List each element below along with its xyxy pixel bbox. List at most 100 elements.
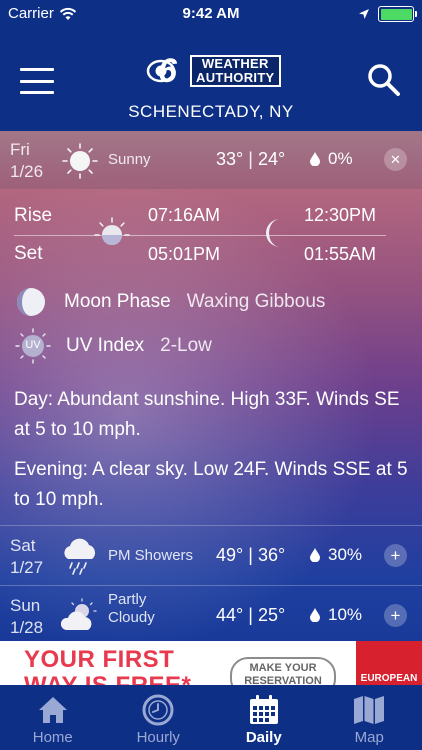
ad-side-label: EUROPEAN bbox=[356, 641, 422, 685]
evening-forecast-text: Evening: A clear sky. Low 24F. Winds SSE… bbox=[14, 459, 408, 510]
search-icon[interactable] bbox=[366, 62, 402, 98]
sunrise-time: 07:16AM bbox=[148, 205, 221, 225]
logo-wordmark: WEATHER AUTHORITY bbox=[190, 55, 281, 87]
calendar-icon bbox=[249, 695, 278, 724]
condition-label: Partly Cloudy bbox=[108, 591, 155, 626]
logo-line-2: AUTHORITY bbox=[196, 70, 275, 85]
ad-banner[interactable]: YOUR FIRST WAY IS FREE* MAKE YOUR RESERV… bbox=[0, 641, 422, 685]
sunset-time: 05:01PM bbox=[148, 244, 221, 264]
status-bar: Carrier 9:42 AM bbox=[0, 0, 422, 28]
moon-phase-row: Moon Phase Waxing Gibbous bbox=[14, 285, 325, 319]
uv-icon-text: UV bbox=[25, 339, 41, 351]
day-row-sun[interactable]: Sun 1/28 Partly Cloudy 44° | 25° 10% + bbox=[0, 587, 422, 641]
day-name: Sun bbox=[10, 596, 41, 615]
tab-label: Home bbox=[32, 729, 73, 746]
day-row-selected[interactable]: Fri 1/26 Sunny 33° | 24° 0% ✕ bbox=[0, 131, 422, 189]
uv-icon: UV bbox=[14, 327, 52, 365]
uv-index-value: 2-Low bbox=[160, 335, 212, 356]
precip-value: 30% bbox=[328, 545, 363, 564]
location-title: SCHENECTADY, NY bbox=[128, 102, 294, 121]
close-icon: ✕ bbox=[390, 152, 401, 167]
day-row-sat[interactable]: Sat 1/27 PM Showers 49° | 36° 30% + bbox=[0, 527, 422, 585]
raindrop-icon bbox=[310, 152, 320, 166]
app-header: 6 WEATHER AUTHORITY SCHENECTADY, NY bbox=[0, 28, 422, 131]
rise-set-section: Rise Set 07:16AM 05:01PM 12:30PM 01:55AM bbox=[0, 203, 422, 269]
row-separator bbox=[0, 525, 422, 526]
rise-label: Rise bbox=[14, 205, 53, 226]
day-date: 1/28 bbox=[10, 618, 44, 637]
precip-chance: 30% bbox=[310, 545, 362, 565]
collapse-button[interactable]: ✕ bbox=[384, 148, 407, 171]
day-label: Sun 1/28 bbox=[10, 595, 43, 639]
moonrise-time: 12:30PM bbox=[304, 205, 377, 225]
precip-value: 0% bbox=[328, 149, 353, 168]
moon-phase-value: Waxing Gibbous bbox=[186, 291, 326, 312]
day-date: 1/26 bbox=[10, 162, 44, 181]
menu-bar bbox=[20, 91, 54, 94]
ad-headline: YOUR FIRST WAY IS FREE* bbox=[24, 646, 191, 686]
moon-crescent-icon bbox=[266, 219, 280, 247]
precip-chance: 0% bbox=[310, 149, 353, 169]
sun-half-icon bbox=[94, 217, 130, 245]
moon-phase-label: Moon Phase bbox=[64, 291, 171, 312]
cbs-eye-logo: 6 bbox=[146, 52, 190, 90]
map-icon bbox=[354, 696, 385, 724]
high-temp: 33° bbox=[216, 149, 244, 169]
tab-label: Hourly bbox=[136, 729, 180, 746]
tab-label: Map bbox=[354, 729, 384, 746]
uv-index-label: UV Index bbox=[66, 335, 145, 356]
plus-icon: + bbox=[390, 546, 401, 565]
temperature-range: 33° | 24° bbox=[216, 149, 286, 169]
menu-bar bbox=[20, 79, 54, 83]
day-label: Fri 1/26 bbox=[10, 139, 43, 183]
precip-value: 10% bbox=[328, 605, 363, 624]
low-temp: 25° bbox=[257, 605, 286, 625]
status-right bbox=[358, 6, 417, 22]
temperature-range: 49° | 36° bbox=[216, 545, 286, 565]
moon-phase-icon bbox=[17, 288, 45, 316]
tab-label: Daily bbox=[245, 729, 282, 746]
partly-cloudy-icon bbox=[60, 598, 97, 630]
day-forecast-text: Day: Abundant sunshine. High 33F. Winds … bbox=[14, 389, 400, 440]
temperature-range: 44° | 25° bbox=[216, 605, 286, 625]
uv-index-row: UV UV Index 2-Low bbox=[14, 327, 212, 365]
condition-label: Sunny bbox=[108, 151, 151, 168]
high-temp: 44° bbox=[216, 605, 244, 625]
showers-icon bbox=[64, 538, 96, 575]
precip-chance: 10% bbox=[310, 605, 362, 625]
tab-daily[interactable]: Daily bbox=[211, 685, 317, 750]
day-name: Fri bbox=[10, 140, 30, 159]
expand-button[interactable]: + bbox=[384, 604, 407, 627]
tab-map[interactable]: Map bbox=[317, 685, 422, 750]
plus-icon: + bbox=[390, 606, 401, 625]
day-label: Sat 1/27 bbox=[10, 535, 43, 579]
location-arrow-icon bbox=[359, 9, 369, 19]
station-logo: 6 WEATHER AUTHORITY bbox=[146, 52, 281, 90]
expand-button[interactable]: + bbox=[384, 544, 407, 567]
ad-cta-button[interactable]: MAKE YOUR RESERVATION bbox=[230, 657, 336, 685]
raindrop-icon bbox=[310, 548, 320, 562]
menu-bar bbox=[20, 68, 54, 71]
rise-set-divider bbox=[14, 235, 386, 236]
tab-hourly[interactable]: Hourly bbox=[106, 685, 212, 750]
home-icon bbox=[38, 697, 67, 723]
low-temp: 24° bbox=[257, 149, 286, 169]
clock-icon bbox=[142, 694, 174, 726]
battery-icon bbox=[378, 6, 417, 22]
logo-number: 6 bbox=[158, 52, 177, 90]
condition-label: PM Showers bbox=[108, 547, 194, 564]
daily-forecast-panel: Fri 1/26 Sunny 33° | 24° 0% ✕ Rise Set 0… bbox=[0, 131, 422, 641]
low-temp: 36° bbox=[257, 545, 286, 565]
set-label: Set bbox=[14, 243, 43, 264]
sun-icon bbox=[62, 143, 98, 179]
high-temp: 49° bbox=[216, 545, 244, 565]
logo-line-1: WEATHER bbox=[201, 56, 269, 71]
raindrop-icon bbox=[310, 608, 320, 622]
tab-home[interactable]: Home bbox=[0, 685, 106, 750]
menu-button[interactable] bbox=[20, 68, 54, 94]
tab-bar: Home Hourly Daily Map bbox=[0, 685, 422, 750]
moonset-time: 01:55AM bbox=[304, 244, 377, 264]
day-date: 1/27 bbox=[10, 558, 44, 577]
day-name: Sat bbox=[10, 536, 36, 555]
row-separator bbox=[0, 585, 422, 586]
